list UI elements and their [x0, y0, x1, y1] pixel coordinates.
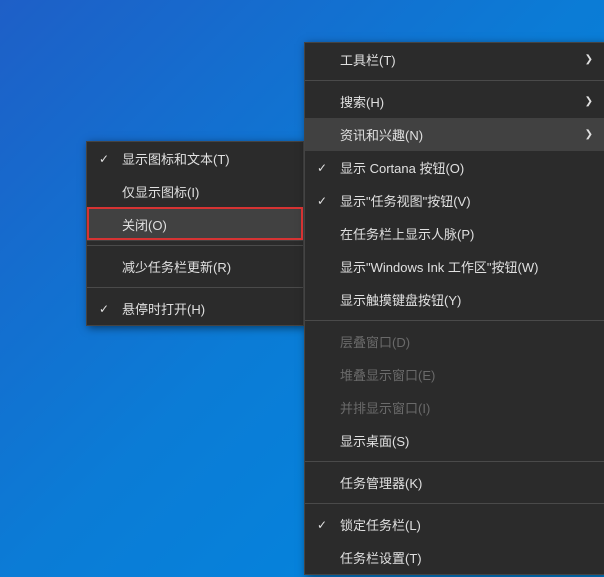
menu-label: 资讯和兴趣(N): [340, 125, 423, 144]
menu-label: 显示"Windows Ink 工作区"按钮(W): [340, 257, 538, 276]
menu-label: 搜索(H): [340, 92, 384, 111]
submenu-item-close[interactable]: 关闭(O): [87, 208, 303, 241]
chevron-right-icon: ❯: [585, 54, 593, 65]
check-icon: ✓: [99, 302, 109, 316]
menu-label: 显示"任务视图"按钮(V): [340, 191, 471, 210]
menu-label: 显示触摸键盘按钮(Y): [340, 290, 461, 309]
menu-item-search[interactable]: 搜索(H) ❯: [305, 85, 604, 118]
menu-item-cascade: 层叠窗口(D): [305, 325, 604, 358]
submenu-label: 关闭(O): [122, 215, 167, 234]
menu-item-cortana-button[interactable]: ✓ 显示 Cortana 按钮(O): [305, 151, 604, 184]
menu-label: 工具栏(T): [340, 50, 396, 69]
menu-item-people[interactable]: 在任务栏上显示人脉(P): [305, 217, 604, 250]
menu-item-lock-taskbar[interactable]: ✓ 锁定任务栏(L): [305, 508, 604, 541]
menu-item-toolbars[interactable]: 工具栏(T) ❯: [305, 43, 604, 76]
menu-label: 锁定任务栏(L): [340, 515, 421, 534]
taskbar-context-menu: 工具栏(T) ❯ 搜索(H) ❯ 资讯和兴趣(N) ❯ ✓ 显示 Cortana…: [304, 42, 604, 575]
submenu-label: 减少任务栏更新(R): [122, 257, 231, 276]
submenu-item-open-on-hover[interactable]: ✓ 悬停时打开(H): [87, 292, 303, 325]
submenu-item-show-icon-text[interactable]: ✓ 显示图标和文本(T): [87, 142, 303, 175]
menu-separator: [305, 461, 604, 462]
submenu-item-icon-only[interactable]: 仅显示图标(I): [87, 175, 303, 208]
menu-item-side-by-side: 并排显示窗口(I): [305, 391, 604, 424]
submenu: ✓ 显示图标和文本(T) 仅显示图标(I) 关闭(O) 减少任务栏更新(R) ✓…: [86, 141, 304, 326]
chevron-right-icon: ❯: [585, 129, 593, 140]
submenu-item-reduce-updates[interactable]: 减少任务栏更新(R): [87, 250, 303, 283]
menu-label: 任务管理器(K): [340, 473, 422, 492]
check-icon: ✓: [317, 161, 327, 175]
menu-label: 显示桌面(S): [340, 431, 409, 450]
menu-item-windows-ink[interactable]: 显示"Windows Ink 工作区"按钮(W): [305, 250, 604, 283]
menu-separator: [305, 503, 604, 504]
check-icon: ✓: [317, 194, 327, 208]
menu-label: 层叠窗口(D): [340, 332, 410, 351]
menu-item-news-interests[interactable]: 资讯和兴趣(N) ❯: [305, 118, 604, 151]
menu-item-taskbar-settings[interactable]: 任务栏设置(T): [305, 541, 604, 574]
menu-label: 并排显示窗口(I): [340, 398, 430, 417]
menu-label: 堆叠显示窗口(E): [340, 365, 435, 384]
check-icon: ✓: [317, 518, 327, 532]
menu-item-task-view[interactable]: ✓ 显示"任务视图"按钮(V): [305, 184, 604, 217]
menu-item-stacked: 堆叠显示窗口(E): [305, 358, 604, 391]
menu-separator: [87, 245, 303, 246]
menu-separator: [305, 320, 604, 321]
submenu-label: 悬停时打开(H): [122, 299, 205, 318]
menu-item-touch-keyboard[interactable]: 显示触摸键盘按钮(Y): [305, 283, 604, 316]
menu-label: 任务栏设置(T): [340, 548, 422, 567]
menu-label: 在任务栏上显示人脉(P): [340, 224, 474, 243]
submenu-label: 显示图标和文本(T): [122, 149, 230, 168]
submenu-label: 仅显示图标(I): [122, 182, 199, 201]
menu-item-task-manager[interactable]: 任务管理器(K): [305, 466, 604, 499]
menu-item-show-desktop[interactable]: 显示桌面(S): [305, 424, 604, 457]
menu-separator: [305, 80, 604, 81]
menu-label: 显示 Cortana 按钮(O): [340, 158, 464, 177]
menu-separator: [87, 287, 303, 288]
chevron-right-icon: ❯: [585, 96, 593, 107]
check-icon: ✓: [99, 152, 109, 166]
